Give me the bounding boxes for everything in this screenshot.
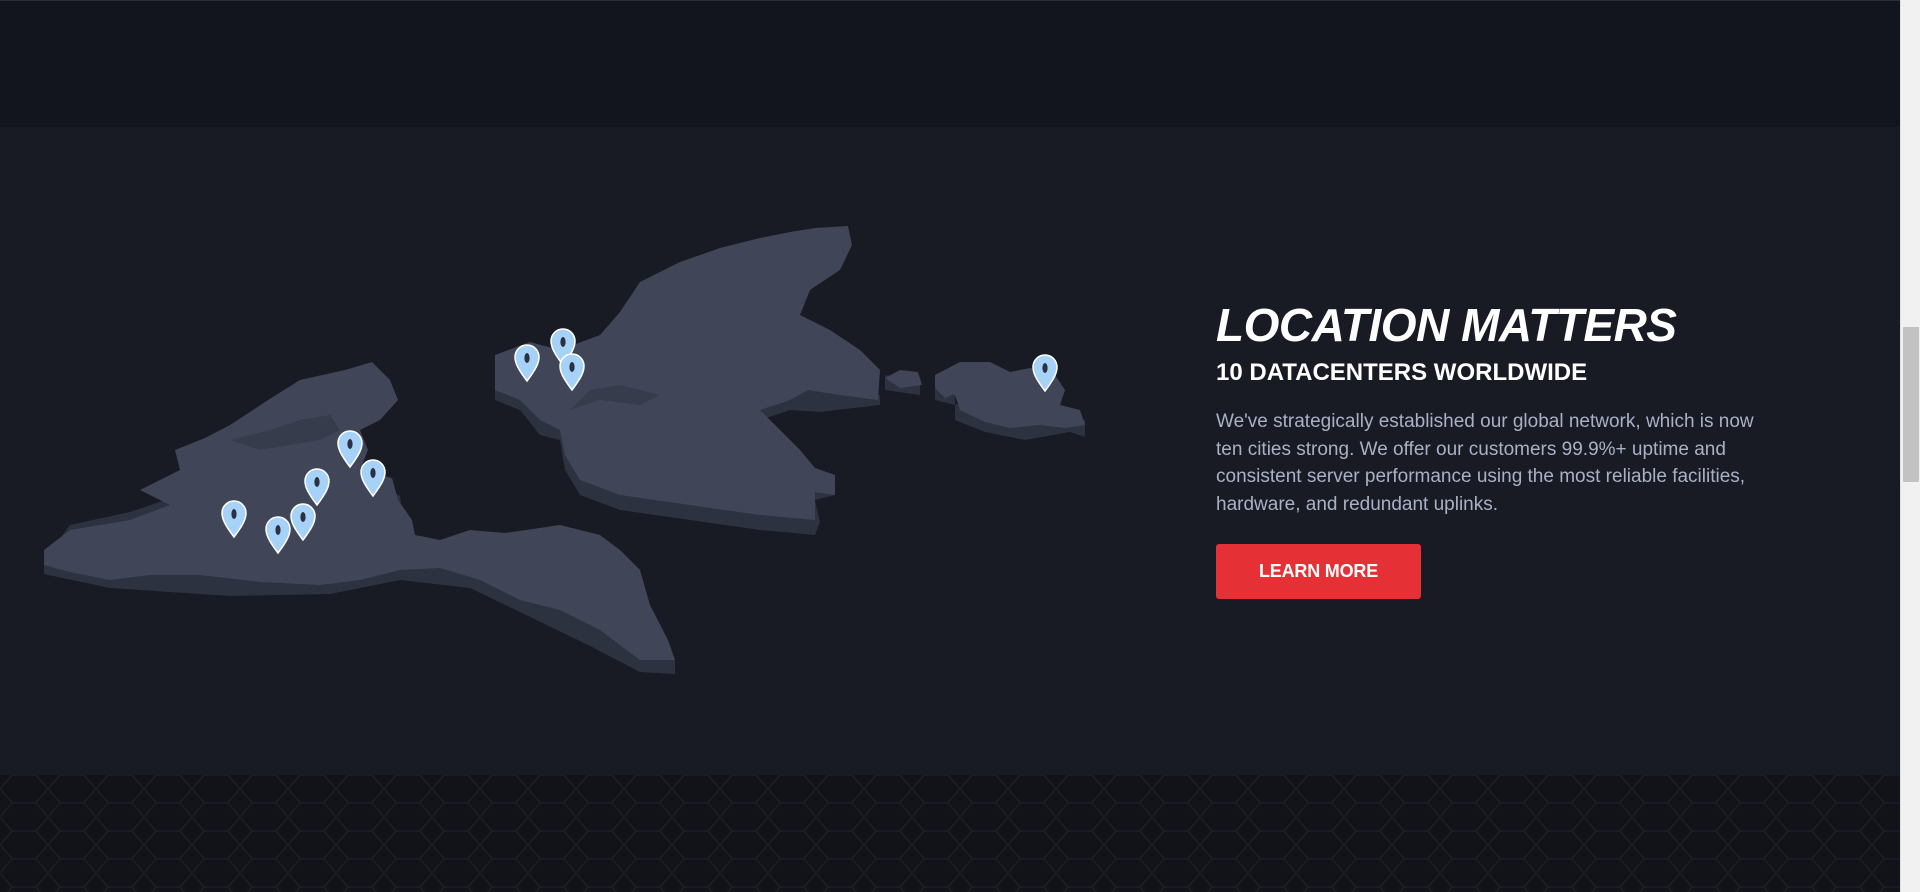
previous-section-band xyxy=(0,0,1900,127)
section-description: We've strategically established our glob… xyxy=(1216,411,1754,515)
section-subtitle: 10 DATACENTERS WORLDWIDE xyxy=(1216,359,1588,386)
world-map xyxy=(44,226,1085,674)
hex-pattern-background xyxy=(0,775,1900,892)
section-title: LOCATION MATTERS xyxy=(1216,299,1677,351)
learn-more-button[interactable]: LEARN MORE xyxy=(1216,544,1421,599)
location-section: LOCATION MATTERS 10 DATACENTERS WORLDWID… xyxy=(0,127,1900,775)
next-section-band xyxy=(0,775,1900,892)
scrollbar-thumb[interactable] xyxy=(1903,327,1919,482)
page-scrollbar[interactable] xyxy=(1900,0,1920,892)
location-content: LOCATION MATTERS 10 DATACENTERS WORLDWID… xyxy=(1216,298,1776,599)
eurasia-landmass xyxy=(495,226,880,520)
